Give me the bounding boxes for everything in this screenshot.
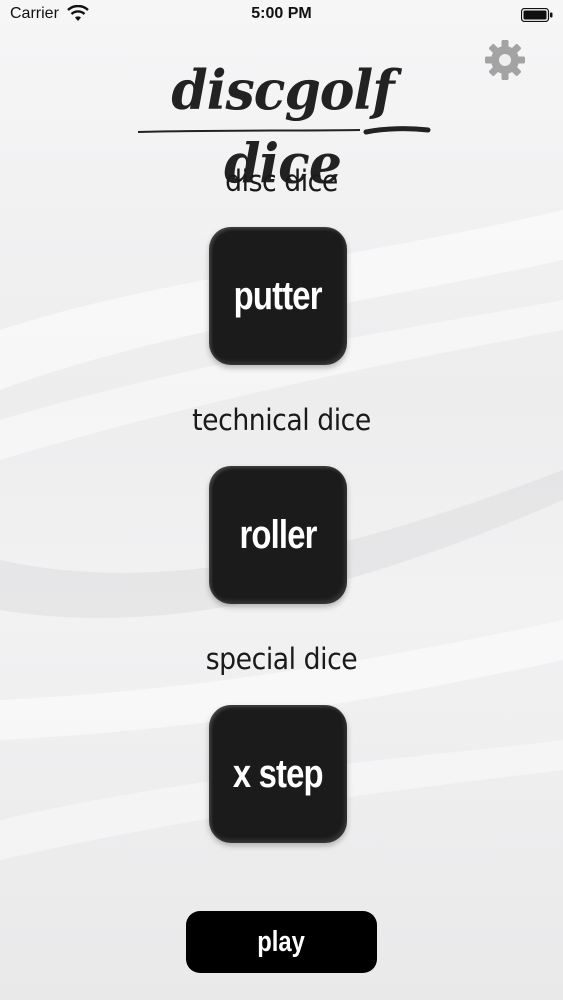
battery-icon: [521, 8, 553, 22]
technical-dice-label: technical dice: [192, 403, 371, 437]
special-dice-label: special dice: [205, 642, 358, 676]
logo-underline: [137, 126, 431, 135]
special-die-value: x step: [233, 751, 324, 796]
technical-die-value: roller: [239, 512, 317, 557]
play-button-label: play: [257, 925, 306, 958]
disc-dice-label: disc dice: [225, 164, 338, 198]
gear-icon[interactable]: [483, 38, 527, 82]
technical-die-button[interactable]: roller: [209, 466, 347, 604]
disc-die-button[interactable]: putter: [209, 227, 347, 365]
app-logo: discgolf dice: [130, 58, 435, 196]
disc-die-value: putter: [233, 273, 323, 318]
play-button[interactable]: play: [186, 911, 377, 973]
special-die-button[interactable]: x step: [209, 705, 347, 843]
status-bar: Carrier 5:00 PM: [0, 0, 563, 30]
clock: 5:00 PM: [251, 5, 312, 22]
